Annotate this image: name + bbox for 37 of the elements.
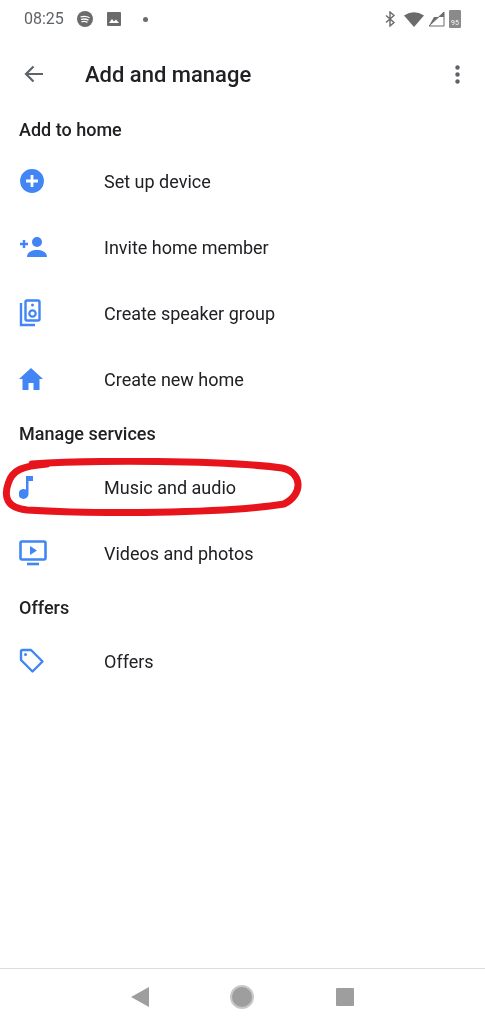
menu-item[interactable]: Create speaker group	[0, 280, 485, 346]
menu-item[interactable]: Music and audio	[0, 454, 485, 520]
item-label: Set up device	[104, 169, 211, 194]
section-heading: Offers	[19, 595, 70, 620]
add-circle-icon	[19, 168, 45, 194]
nav-home-icon[interactable]	[230, 984, 255, 1009]
more-vertical-icon	[454, 64, 460, 84]
menu-item[interactable]: Create new home	[0, 346, 485, 412]
nav-recents-icon[interactable]	[336, 987, 355, 1006]
signal-icon	[428, 11, 445, 27]
music-note-icon	[19, 475, 33, 499]
dot-icon	[142, 16, 148, 22]
video-screen-icon	[19, 540, 47, 566]
nav-back-icon[interactable]	[130, 986, 149, 1007]
section-heading: Manage services	[19, 421, 156, 446]
speaker-icon	[19, 299, 41, 327]
menu-item[interactable]: Set up device	[0, 148, 485, 214]
status-time: 08:25	[24, 8, 64, 30]
person-add-icon	[19, 236, 49, 258]
bluetooth-icon	[384, 11, 396, 27]
wifi-icon	[404, 11, 424, 27]
item-label: Videos and photos	[104, 541, 254, 566]
spotify-icon	[76, 11, 93, 27]
item-label: Create new home	[104, 367, 244, 392]
back-arrow-icon	[24, 65, 44, 83]
item-label: Invite home member	[104, 235, 269, 260]
item-label: Music and audio	[104, 475, 237, 500]
image-icon	[106, 12, 121, 26]
item-label: Create speaker group	[104, 301, 275, 326]
tag-icon	[19, 648, 45, 674]
menu-item[interactable]: Invite home member	[0, 214, 485, 280]
item-label: Offers	[104, 649, 154, 674]
menu-item[interactable]: Offers	[0, 628, 485, 694]
home-icon	[19, 368, 43, 390]
section-heading: Add to home	[19, 117, 122, 142]
menu-item[interactable]: Videos and photos	[0, 520, 485, 586]
page-title: Add and manage	[85, 60, 252, 89]
